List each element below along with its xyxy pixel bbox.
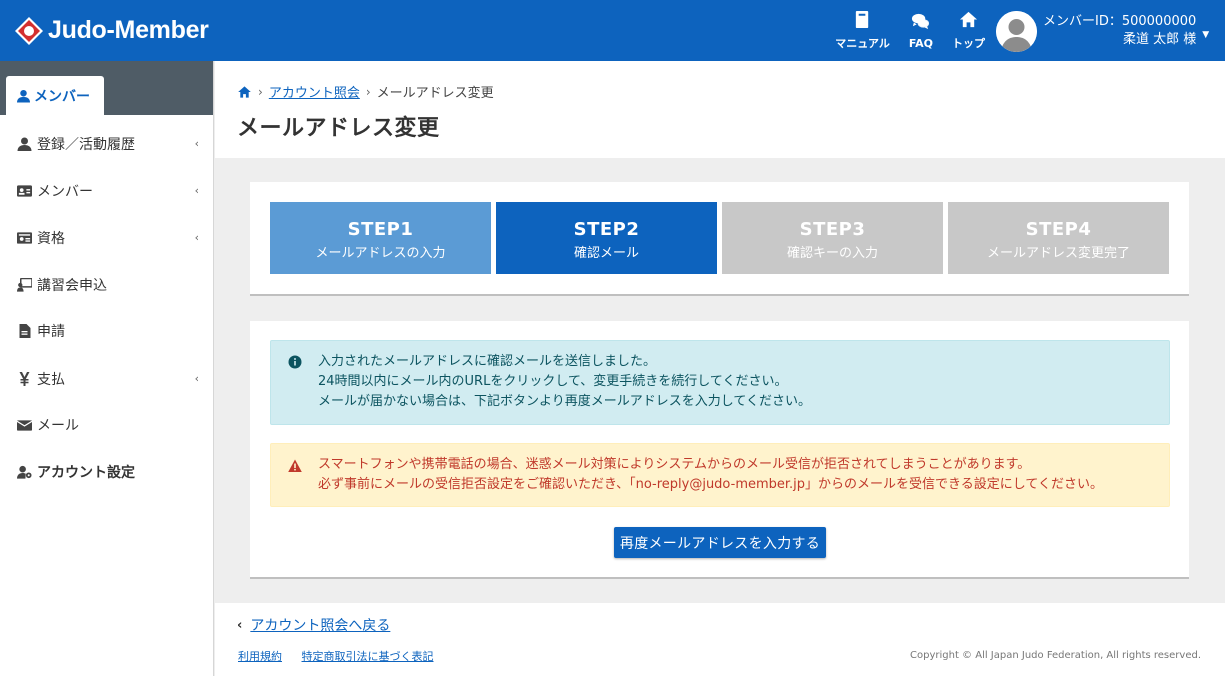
sidebar-item-label: 申請 [37, 324, 65, 340]
top-header: Judo-Member マニュアル FAQ トップ メンバーID：5000000… [0, 0, 1225, 61]
sidebar-item-label: 支払 [37, 372, 65, 388]
back-link-label: アカウント照会へ戻る [250, 618, 391, 634]
sidebar-tab-member[interactable]: メンバー [6, 76, 104, 115]
sidebar-item-mail[interactable]: メール [0, 410, 213, 440]
nav-manual[interactable]: マニュアル [835, 10, 890, 51]
steps-card: STEP1 メールアドレスの入力 STEP2 確認メール STEP3 確認キーの… [250, 182, 1189, 296]
step-1: STEP1 メールアドレスの入力 [270, 202, 491, 274]
warning-alert: スマートフォンや携帯電話の場合、迷惑メール対策によりシステムからのメール受信が拒… [270, 443, 1170, 507]
home-icon [959, 11, 978, 28]
sidebar-item-seminar[interactable]: 講習会申込 [0, 270, 213, 300]
info-alert: 入力されたメールアドレスに確認メールを送信しました。 24時間以内にメール内のU… [270, 340, 1170, 425]
user-name: 柔道 太郎 様 [1123, 32, 1197, 47]
sidebar-item-label: 講習会申込 [37, 278, 107, 294]
logo[interactable]: Judo-Member [14, 16, 209, 46]
envelope-icon [17, 420, 32, 431]
info-line-1: 入力されたメールアドレスに確認メールを送信しました。 [318, 354, 657, 369]
step-title: STEP2 [573, 219, 640, 240]
nav-faq[interactable]: FAQ [909, 12, 933, 50]
avatar-user-icon [996, 10, 1037, 52]
sidebar-item-label: 登録／活動履歴 [37, 137, 135, 153]
sidebar-tab-label: メンバー [34, 88, 90, 105]
page-header: › アカウント照会 › メールアドレス変更 メールアドレス変更 [215, 61, 1225, 158]
chevron-left-icon: ‹ [194, 184, 199, 197]
avatar [996, 10, 1037, 52]
sidebar-item-account-settings[interactable]: アカウント設定 [0, 457, 213, 487]
breadcrumb: › アカウント照会 › メールアドレス変更 [237, 82, 494, 101]
sidebar-item-label: 資格 [37, 231, 65, 247]
footer: ‹ アカウント照会へ戻る 利用規約 特定商取引法に基づく表記 Copyright… [215, 603, 1225, 676]
nav-manual-label: マニュアル [835, 37, 890, 50]
step-title: STEP1 [347, 219, 414, 240]
chalkboard-icon [17, 278, 32, 292]
warning-line-2: 必ず事前にメールの受信拒否設定をご確認いただき、「no-reply@judo-m… [318, 477, 1104, 492]
step-title: STEP4 [1025, 219, 1092, 240]
copyright: Copyright © All Japan Judo Federation, A… [910, 650, 1201, 661]
chevron-left-icon: ‹ [194, 372, 199, 385]
sidebar-item-application[interactable]: 申請 [0, 316, 213, 346]
comments-icon [912, 13, 930, 29]
step-4: STEP4 メールアドレス変更完了 [948, 202, 1169, 274]
step-subtitle: メールアドレス変更完了 [986, 246, 1130, 261]
sidebar-item-member[interactable]: メンバー ‹ [0, 176, 213, 206]
step-title: STEP3 [799, 219, 866, 240]
home-icon[interactable] [237, 85, 252, 99]
step-subtitle: 確認メール [573, 246, 639, 261]
nav-top[interactable]: トップ [952, 10, 985, 51]
step-2: STEP2 確認メール [496, 202, 717, 274]
warning-line-1: スマートフォンや携帯電話の場合、迷惑メール対策によりシステムからのメール受信が拒… [318, 457, 1031, 472]
sidebar-top: メンバー [0, 61, 213, 115]
terms-link[interactable]: 利用規約 [238, 650, 282, 663]
footer-links: 利用規約 特定商取引法に基づく表記 [238, 648, 450, 664]
user-menu[interactable]: メンバーID：500000000 柔道 太郎 様 ▼ [996, 10, 1209, 52]
yen-icon [19, 372, 30, 386]
user-icon [17, 89, 30, 102]
sidebar: メンバー 登録／活動履歴 ‹ メンバー ‹ 資格 ‹ 講習会申込 申請 支払 ‹… [0, 61, 214, 676]
user-id: メンバーID：500000000 [1043, 14, 1197, 29]
sidebar-item-label: アカウント設定 [37, 465, 135, 481]
step-3: STEP3 確認キーの入力 [722, 202, 943, 274]
breadcrumb-separator: › [365, 84, 371, 99]
book-icon [855, 10, 869, 29]
user-icon [17, 137, 32, 151]
info-line-2: 24時間以内にメール内のURLをクリックして、変更手続きを続行してください。 [318, 374, 788, 389]
chevron-left-icon: ‹ [237, 617, 243, 633]
warning-triangle-icon [288, 459, 302, 472]
breadcrumb-current: メールアドレス変更 [376, 86, 494, 101]
back-to-account-link[interactable]: ‹ アカウント照会へ戻る [237, 615, 390, 635]
user-info: メンバーID：500000000 柔道 太郎 様 [1043, 13, 1196, 49]
message-card: 入力されたメールアドレスに確認メールを送信しました。 24時間以内にメール内のU… [250, 321, 1189, 579]
chevron-left-icon: ‹ [194, 137, 199, 150]
logo-diamond-icon [14, 16, 44, 46]
sidebar-item-payment[interactable]: 支払 ‹ [0, 364, 213, 394]
page-title: メールアドレス変更 [237, 116, 440, 141]
chevron-left-icon: ‹ [194, 231, 199, 244]
commercial-law-link[interactable]: 特定商取引法に基づく表記 [302, 650, 434, 663]
step-subtitle: 確認キーの入力 [786, 246, 878, 261]
nav-faq-label: FAQ [908, 36, 933, 50]
breadcrumb-link-account[interactable]: アカウント照会 [269, 82, 360, 101]
certificate-icon [17, 232, 32, 244]
id-card-icon [17, 185, 32, 197]
caret-down-icon: ▼ [1202, 30, 1210, 40]
reenter-email-button[interactable]: 再度メールアドレスを入力する [614, 527, 826, 558]
breadcrumb-separator: › [258, 84, 263, 99]
sidebar-item-label: メール [37, 418, 79, 434]
sidebar-item-qualification[interactable]: 資格 ‹ [0, 223, 213, 253]
logo-text: Judo-Member [48, 16, 209, 44]
user-gear-icon [17, 465, 32, 479]
sidebar-item-label: メンバー [37, 184, 93, 200]
file-icon [19, 324, 31, 338]
step-subtitle: メールアドレスの入力 [315, 246, 446, 261]
info-line-3: メールが届かない場合は、下記ボタンより再度メールアドレスを入力してください。 [318, 394, 811, 409]
header-nav: マニュアル FAQ トップ [816, 0, 985, 61]
sidebar-item-history[interactable]: 登録／活動履歴 ‹ [0, 129, 213, 159]
info-circle-icon [288, 355, 302, 369]
nav-top-label: トップ [952, 37, 985, 50]
